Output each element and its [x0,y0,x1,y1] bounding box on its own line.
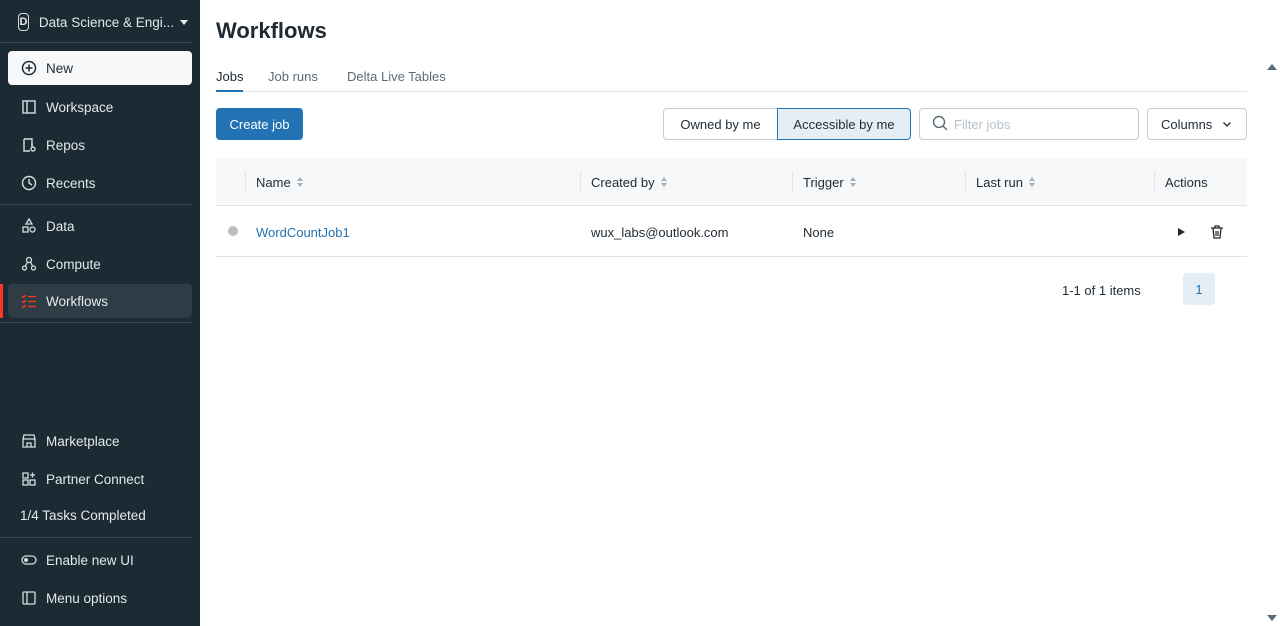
sidebar-item-label: Workspace [46,99,114,115]
column-header-label: Last run [976,174,1023,190]
sidebar-divider [0,537,192,538]
sidebar-item-compute[interactable]: Compute [8,247,192,281]
sidebar-item-label: Data [46,218,75,234]
workspace-name: Data Science & Engi... [38,14,174,30]
trigger-cell: None [803,224,835,240]
sidebar: D Data Science & Engi... New Workspace R… [0,0,200,626]
job-name-link[interactable]: WordCountJob1 [256,207,350,257]
partner-connect-icon [20,470,38,488]
column-header-actions: Actions [1165,158,1208,206]
sidebar-divider [0,42,192,43]
new-button[interactable]: New [8,51,192,85]
sidebar-item-menu-options[interactable]: Menu options [8,581,192,615]
play-icon [1178,228,1185,236]
data-icon [20,217,38,235]
scroll-up-icon[interactable] [1267,64,1277,70]
workflows-icon [20,292,38,310]
sidebar-item-label: Compute [46,256,101,272]
workspace-icon [20,98,38,116]
tab-bar: Jobs Job runs Delta Live Tables [216,69,1247,92]
tab-delta-live-tables[interactable]: Delta Live Tables [347,69,446,92]
sort-icon [296,177,303,187]
sidebar-divider [0,322,192,323]
sort-icon [849,177,856,187]
workspace-switcher[interactable]: D Data Science & Engi... [18,11,188,33]
panel-icon [20,589,38,607]
sidebar-item-recents[interactable]: Recents [8,166,192,200]
toggle-icon [20,551,38,569]
marketplace-icon [20,432,38,450]
sidebar-item-label: Recents [46,175,96,191]
sidebar-item-label: Enable new UI [46,552,134,568]
caret-down-icon [180,19,188,25]
page-button[interactable]: 1 [1183,273,1215,305]
active-indicator [0,284,3,318]
new-label: New [46,60,74,76]
sidebar-item-label: Menu options [46,590,128,606]
column-header-name[interactable]: Name [256,158,303,206]
sidebar-item-label: Marketplace [46,433,120,449]
search-icon [932,115,948,134]
sidebar-item-marketplace[interactable]: Marketplace [8,424,192,458]
sidebar-item-partner-connect[interactable]: Partner Connect [8,462,192,496]
sidebar-item-label: Partner Connect [46,471,145,487]
column-header-label: Actions [1165,174,1208,190]
page-title: Workflows [216,18,327,43]
run-now-button[interactable] [1171,222,1191,242]
column-header-label: Name [256,174,291,190]
pagination-summary: 1-1 of 1 items [1062,283,1141,298]
plus-circle-icon [20,59,38,77]
filter-jobs-field [919,108,1139,140]
owned-by-me-button[interactable]: Owned by me [663,108,778,140]
status-dot [228,226,238,236]
column-divider [580,171,581,193]
accessible-by-me-button[interactable]: Accessible by me [777,108,911,140]
column-header-last-run[interactable]: Last run [976,158,1035,206]
column-divider [792,171,793,193]
tasks-completed[interactable]: 1/4 Tasks Completed [20,508,146,523]
sidebar-item-workflows[interactable]: Workflows [8,284,192,318]
sidebar-item-workspace[interactable]: Workspace [8,90,192,124]
scroll-down-icon[interactable] [1267,615,1277,621]
trash-icon [1211,225,1223,239]
table-header: Name Created by Trigger Last run Actions [216,158,1247,206]
main-content: Workflows Jobs Job runs Delta Live Table… [216,0,1247,626]
table-row: WordCountJob1 wux_labs@outlook.com None [216,207,1247,257]
sort-icon [660,177,667,187]
tab-jobs[interactable]: Jobs [216,69,244,92]
repos-icon [20,136,38,154]
compute-icon [20,255,38,273]
scrollbar[interactable] [1263,60,1280,626]
column-divider [965,171,966,193]
sidebar-item-enable-new-ui[interactable]: Enable new UI [8,543,192,577]
columns-label: Columns [1161,116,1213,132]
column-header-created-by[interactable]: Created by [591,158,667,206]
sidebar-divider [0,204,192,205]
column-divider [245,171,246,193]
sidebar-item-repos[interactable]: Repos [8,128,192,162]
delete-job-button[interactable] [1207,222,1227,242]
tab-job-runs[interactable]: Job runs [268,69,318,92]
created-by-cell: wux_labs@outlook.com [591,224,729,240]
filter-jobs-input[interactable] [954,116,1124,132]
column-header-trigger[interactable]: Trigger [803,158,856,206]
column-header-label: Created by [591,174,655,190]
sidebar-item-data[interactable]: Data [8,209,192,243]
chevron-down-icon [1222,117,1232,132]
sidebar-item-label: Repos [46,137,86,153]
columns-button[interactable]: Columns [1147,108,1247,140]
column-divider [1154,171,1155,193]
create-job-button[interactable]: Create job [216,108,303,140]
clock-icon [20,174,38,192]
sort-icon [1028,177,1035,187]
sidebar-item-label: Workflows [46,293,109,309]
column-header-label: Trigger [803,174,844,190]
workspace-badge: D [18,13,29,31]
